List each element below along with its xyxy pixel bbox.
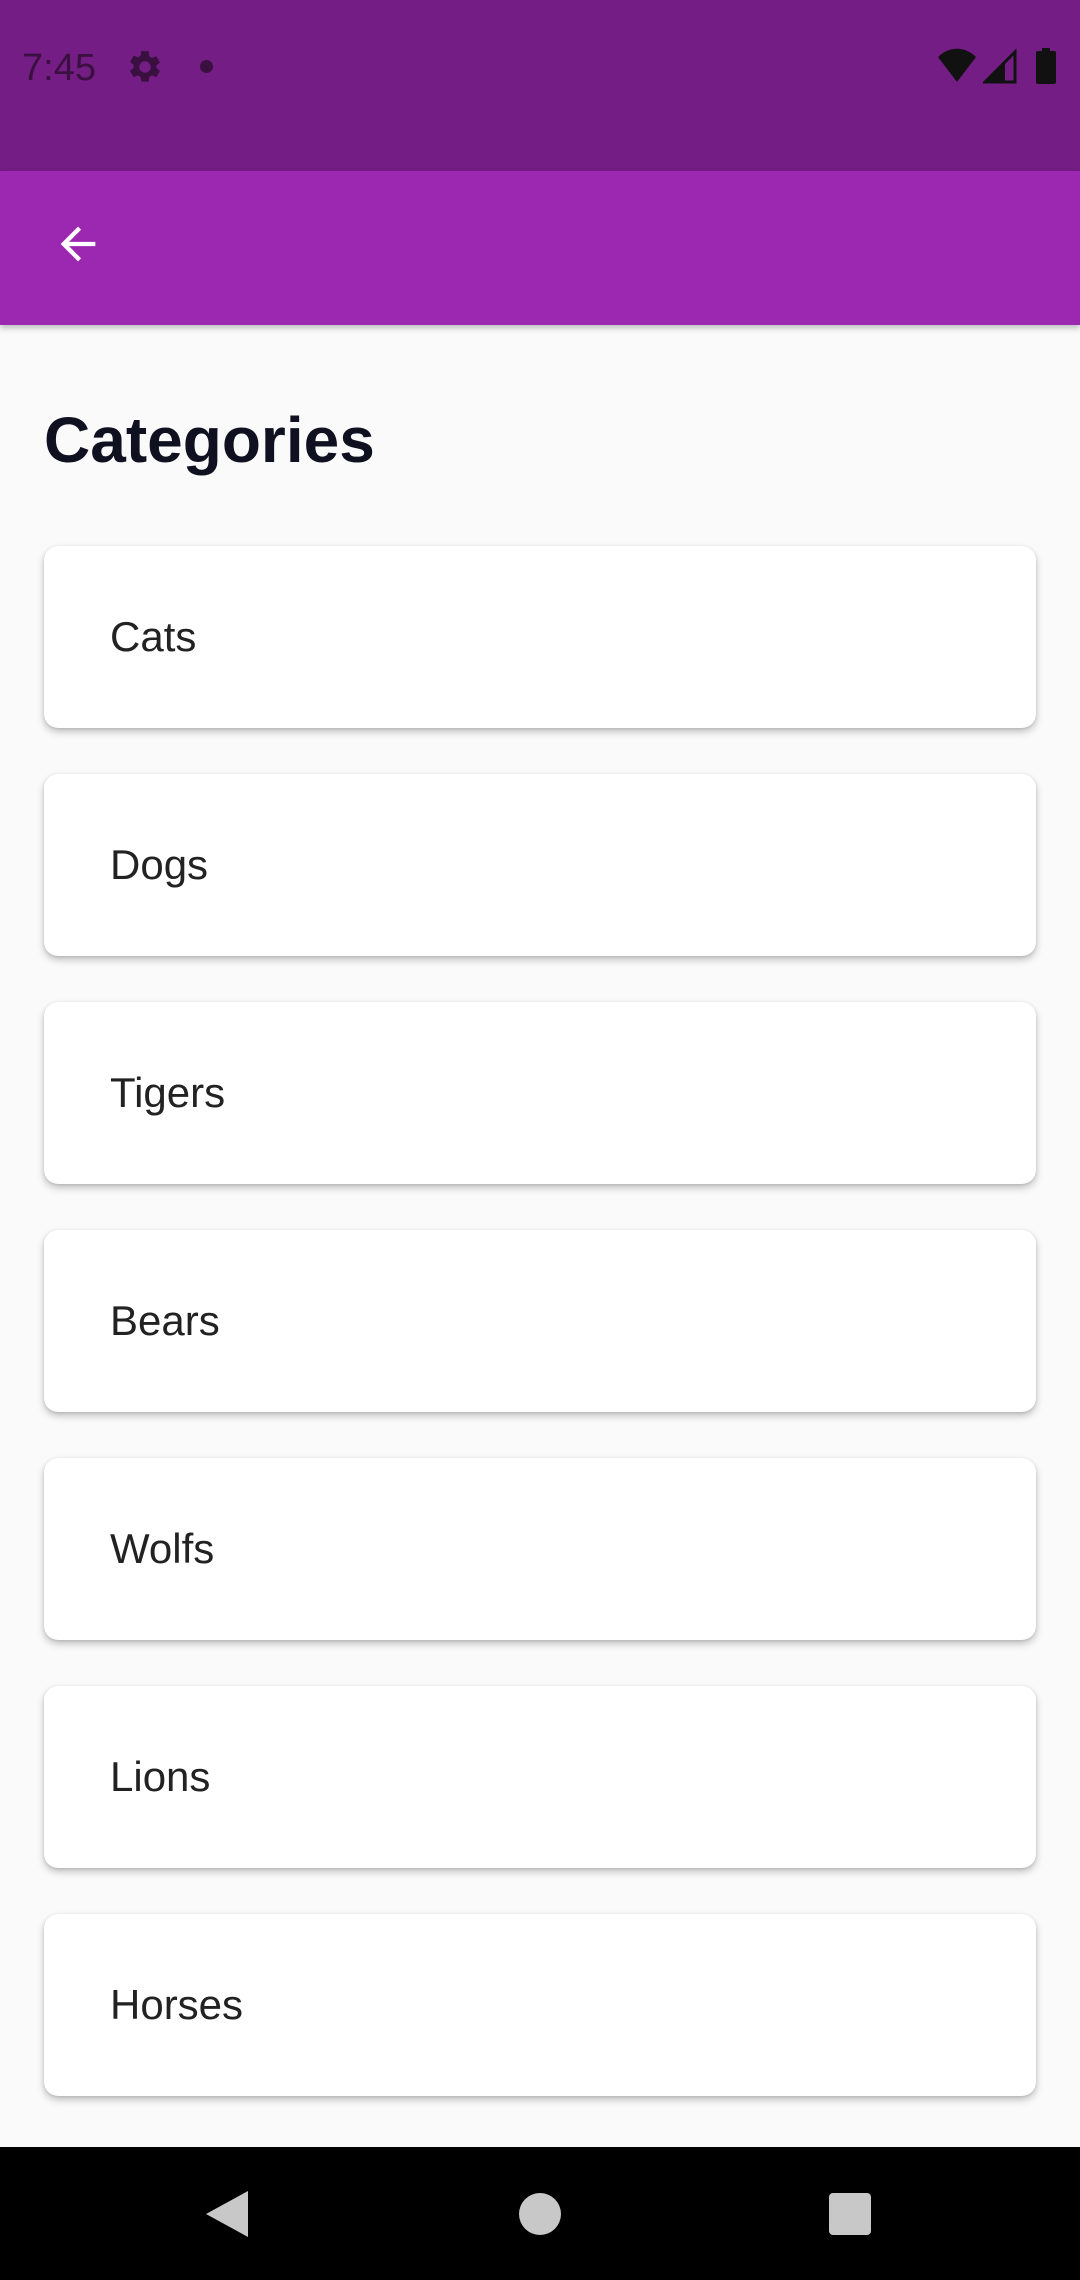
app-bar [0,171,1080,325]
wifi-icon [937,48,977,84]
category-card-tigers[interactable]: Tigers [44,1002,1036,1184]
status-time: 7:45 [22,47,96,89]
category-card-lions[interactable]: Lions [44,1686,1036,1868]
category-list: Cats Dogs Tigers Bears Wolfs Lions Horse… [44,546,1036,2142]
battery-icon [1036,48,1056,84]
category-card-horses[interactable]: Horses [44,1914,1036,2096]
status-bar: 7:45 [0,0,1080,171]
category-card-bears[interactable]: Bears [44,1230,1036,1412]
cell-signal-icon [981,48,1017,84]
category-label: Wolfs [110,1525,215,1572]
category-label: Lions [110,1753,211,1800]
gear-icon [126,48,164,86]
category-label: Tigers [110,1069,226,1116]
category-card-dogs[interactable]: Dogs [44,774,1036,956]
category-card-cats[interactable]: Cats [44,546,1036,728]
system-nav-bar [0,2147,1080,2280]
category-label: Cats [110,613,197,660]
nav-home-icon[interactable] [519,2193,561,2235]
category-label: Dogs [110,841,209,888]
back-button[interactable] [38,204,118,284]
page-title: Categories [44,404,375,476]
category-label: Bears [110,1297,220,1344]
notification-dot-icon [200,60,213,73]
nav-back-icon[interactable] [204,2189,250,2239]
category-label: Horses [110,1981,244,2028]
arrow-back-icon [60,226,96,262]
nav-recents-icon[interactable] [829,2193,871,2235]
category-card-wolfs[interactable]: Wolfs [44,1458,1036,1640]
